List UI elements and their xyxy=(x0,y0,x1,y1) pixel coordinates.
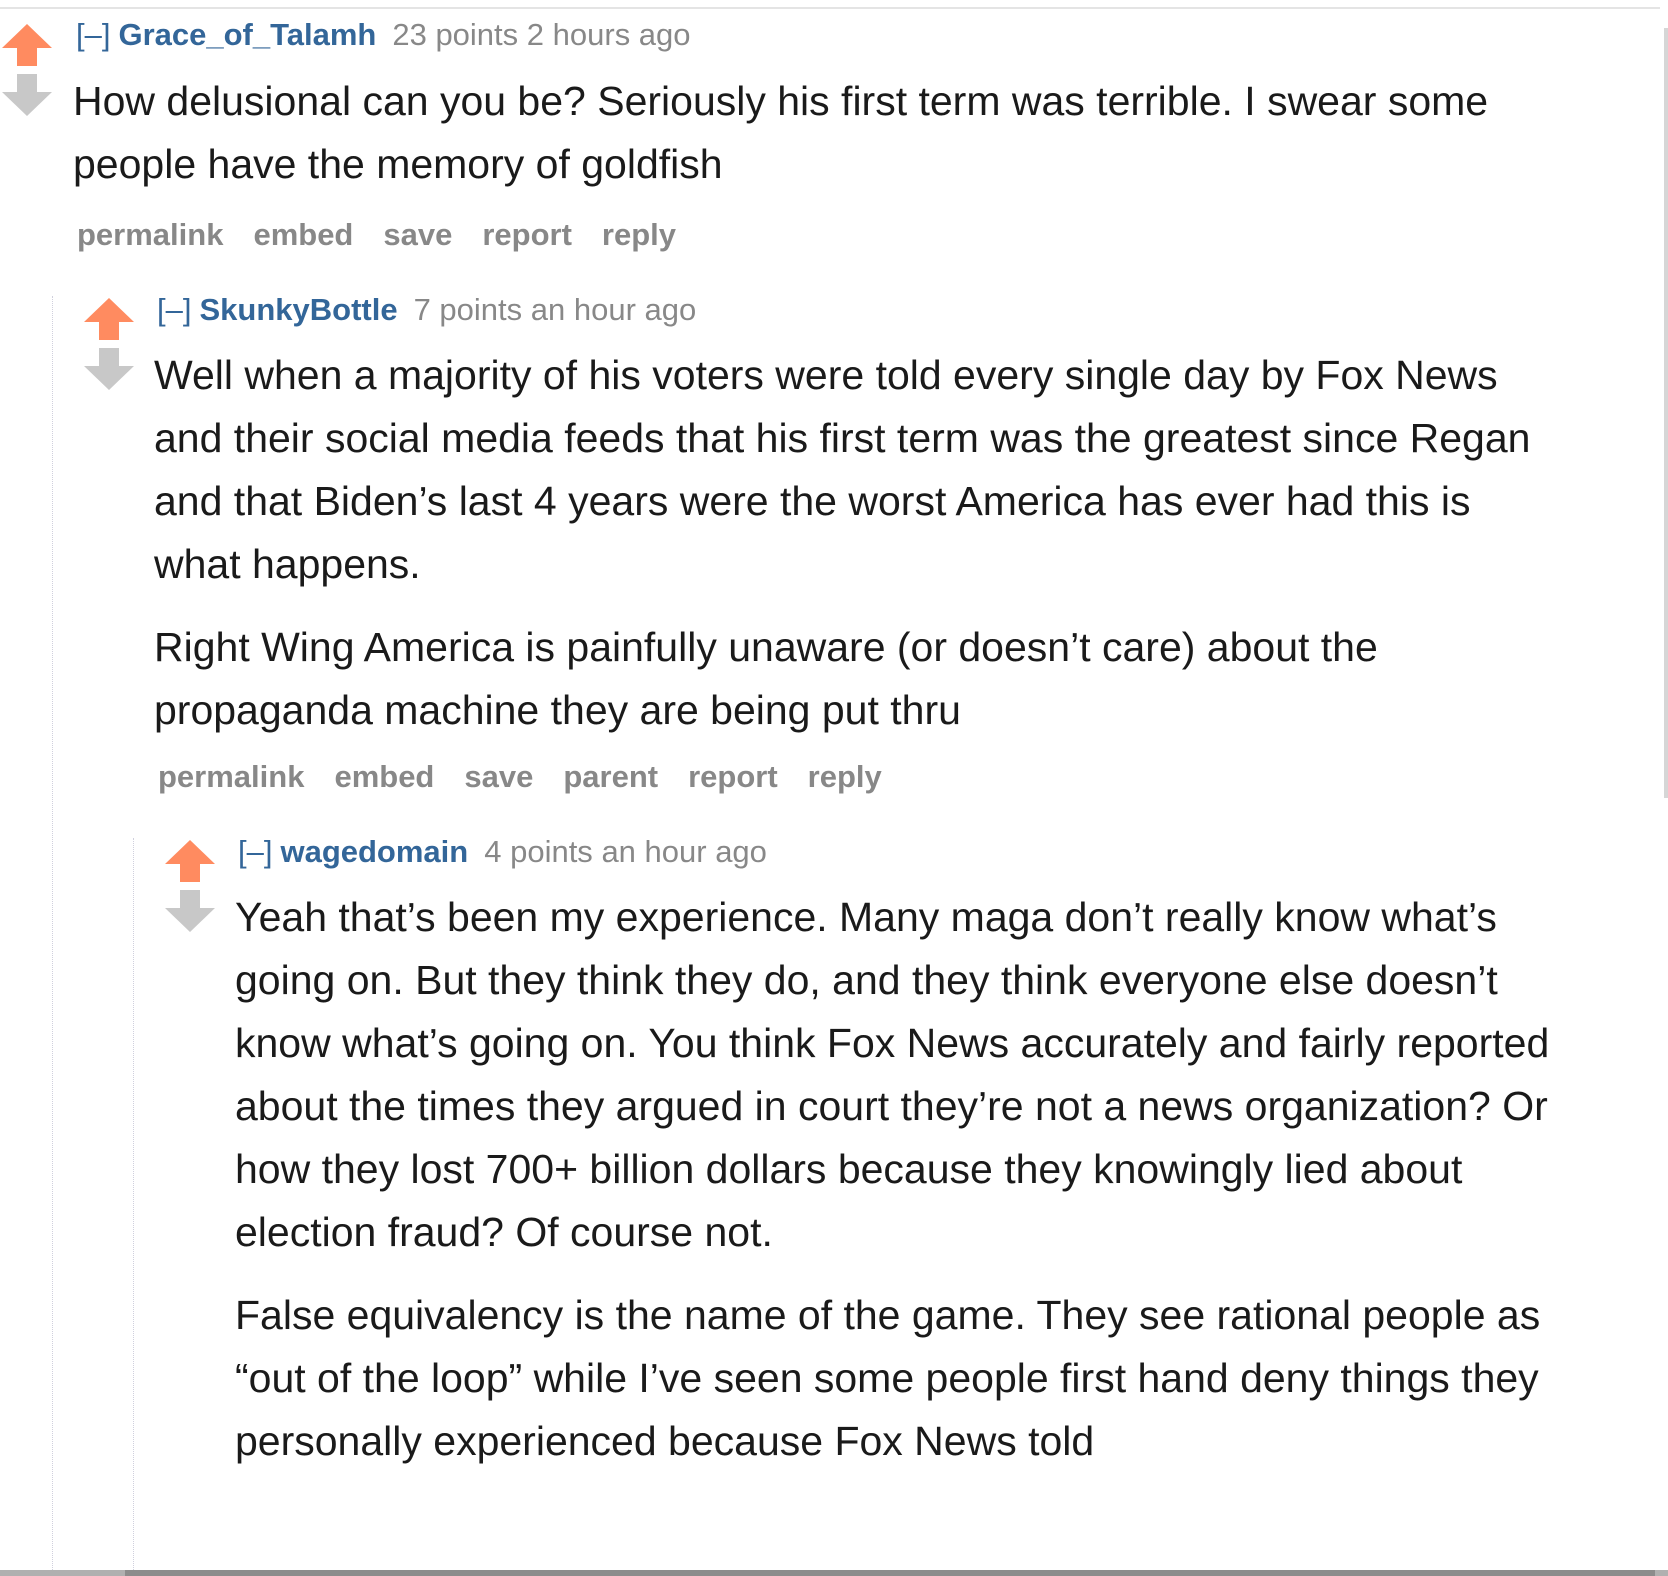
score: 7 points xyxy=(413,292,523,327)
comment-tagline: [–] wagedomain 4 points an hour ago xyxy=(238,834,767,870)
horizontal-scrollbar[interactable] xyxy=(0,1570,1668,1576)
embed-button[interactable]: embed xyxy=(253,217,353,252)
upvote-arrow-icon[interactable] xyxy=(0,22,54,68)
comment-paragraph: Yeah that’s been my experience. Many mag… xyxy=(235,894,1550,1255)
comment-paragraph: Right Wing America is painfully unaware … xyxy=(154,624,1378,733)
save-button[interactable]: save xyxy=(464,759,533,794)
downvote-arrow-icon[interactable] xyxy=(0,72,54,118)
vote-column xyxy=(163,838,217,934)
author-link[interactable]: wagedomain xyxy=(280,834,468,869)
vote-column xyxy=(82,296,136,392)
timestamp: an hour ago xyxy=(530,292,697,327)
report-button[interactable]: report xyxy=(482,217,572,252)
vote-column xyxy=(0,22,54,118)
upvote-arrow-icon[interactable] xyxy=(163,838,217,884)
comment-body: Well when a majority of his voters were … xyxy=(154,344,1539,762)
permalink-button[interactable]: permalink xyxy=(158,759,304,794)
report-button[interactable]: report xyxy=(688,759,778,794)
parent-button[interactable]: parent xyxy=(563,759,658,794)
comment-paragraph: False equivalency is the name of the gam… xyxy=(235,1292,1541,1464)
collapse-toggle[interactable]: [–] xyxy=(76,17,110,52)
comment-body: How delusional can you be? Seriously his… xyxy=(73,70,1533,216)
comment-paragraph: Well when a majority of his voters were … xyxy=(154,352,1531,587)
reply-button[interactable]: reply xyxy=(602,217,676,252)
upvote-arrow-icon[interactable] xyxy=(82,296,136,342)
top-divider xyxy=(0,7,1660,9)
comment-body: Yeah that’s been my experience. Many mag… xyxy=(235,886,1555,1493)
timestamp: an hour ago xyxy=(601,834,767,869)
save-button[interactable]: save xyxy=(383,217,452,252)
thread-line xyxy=(133,838,134,1576)
timestamp: 2 hours ago xyxy=(526,17,691,52)
permalink-button[interactable]: permalink xyxy=(77,217,223,252)
comment-buttons: permalink embed save parent report reply xyxy=(158,759,912,795)
collapse-toggle[interactable]: [–] xyxy=(157,292,191,327)
author-link[interactable]: SkunkyBottle xyxy=(199,292,397,327)
reply-button[interactable]: reply xyxy=(808,759,882,794)
score: 4 points xyxy=(484,834,593,869)
author-link[interactable]: Grace_of_Talamh xyxy=(118,17,376,52)
score: 23 points xyxy=(392,17,519,52)
collapse-toggle[interactable]: [–] xyxy=(238,834,272,869)
vertical-scrollbar[interactable] xyxy=(1664,28,1668,798)
comment-paragraph: How delusional can you be? Seriously his… xyxy=(73,78,1489,187)
downvote-arrow-icon[interactable] xyxy=(82,346,136,392)
embed-button[interactable]: embed xyxy=(334,759,434,794)
comment-tagline: [–] SkunkyBottle 7 points an hour ago xyxy=(157,292,696,328)
scrollbar-thumb[interactable] xyxy=(125,1570,1655,1576)
comment-buttons: permalink embed save report reply xyxy=(77,217,706,253)
downvote-arrow-icon[interactable] xyxy=(163,888,217,934)
comment-tagline: [–] Grace_of_Talamh 23 points 2 hours ago xyxy=(76,17,691,53)
thread-line xyxy=(52,296,53,1576)
